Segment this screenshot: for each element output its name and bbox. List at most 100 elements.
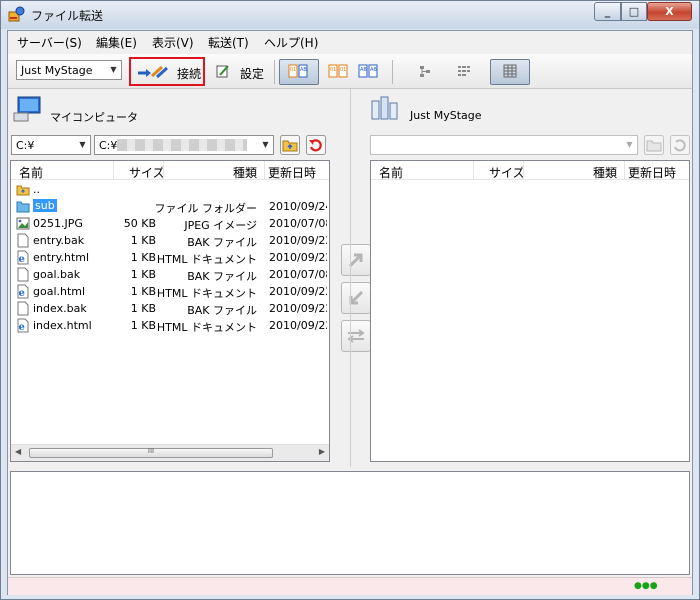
file-size: 1 KB	[130, 251, 156, 264]
toolbar-separator	[392, 60, 393, 84]
table-row[interactable]: sub ファイル フォルダー 2010/09/24	[11, 198, 327, 215]
ftp-window: ファイル転送 _ □ X サーバー(S) 編集(E) 表示(V) 転送(T) ヘ…	[0, 0, 700, 600]
file-type: BAK ファイル	[187, 304, 257, 317]
close-button[interactable]: X	[647, 2, 692, 21]
column-divider[interactable]	[624, 161, 625, 180]
file-type: HTML ドキュメント	[156, 321, 257, 334]
col-date[interactable]: 更新日時	[628, 164, 676, 181]
folder-up-button[interactable]	[280, 135, 300, 155]
pane-splitter[interactable]	[350, 89, 351, 467]
file-type: JPEG イメージ	[184, 219, 257, 232]
list-view-icon[interactable]	[455, 63, 475, 79]
menu-help[interactable]: ヘルプ(H)	[262, 34, 320, 51]
file-date: 2010/09/22	[269, 285, 327, 298]
file-size: 1 KB	[130, 285, 156, 298]
file-icon	[16, 233, 30, 248]
local-path-select[interactable]: C:¥ ▼	[94, 135, 274, 155]
status-bar: ●●●	[8, 577, 692, 595]
minimize-button[interactable]: _	[594, 2, 621, 21]
remote-file-list[interactable]: 名前 サイズ 種類 更新日時	[370, 160, 690, 462]
connect-plug-icon	[138, 65, 169, 79]
refresh-button[interactable]	[306, 135, 326, 155]
sync-arrows-icon	[347, 329, 365, 343]
column-divider[interactable]	[163, 161, 164, 180]
file-date: 2010/09/22	[269, 302, 327, 315]
maximize-button[interactable]: □	[621, 2, 647, 21]
upload-compare-icon[interactable]: 01 01	[328, 63, 348, 79]
toolbar-separator	[274, 60, 275, 84]
local-horizontal-scrollbar[interactable]: ◀ III ▶	[11, 444, 329, 461]
server-select[interactable]: Just MyStage ▼	[16, 60, 122, 80]
my-computer-icon	[13, 96, 41, 122]
scroll-left-arrow[interactable]: ◀	[15, 447, 21, 456]
maximize-icon: □	[628, 5, 640, 18]
scroll-thumb[interactable]: III	[29, 447, 273, 458]
remote-pane-header: Just MyStage	[368, 93, 688, 133]
menu-transfer[interactable]: 転送(T)	[206, 34, 251, 51]
svg-text:01: 01	[330, 67, 336, 73]
path-redacted	[117, 139, 247, 151]
remote-folder-up-button[interactable]	[644, 135, 664, 155]
details-view-icon	[503, 64, 517, 78]
column-divider[interactable]	[473, 161, 474, 180]
table-row[interactable]: index.bak 1 KB BAK ファイル 2010/09/22	[11, 300, 327, 317]
table-row[interactable]: e entry.html 1 KB HTML ドキュメント 2010/09/22	[11, 249, 327, 266]
file-type: BAK ファイル	[187, 270, 257, 283]
svg-text:AB: AB	[370, 67, 377, 73]
file-size: 1 KB	[130, 234, 156, 247]
file-icon	[16, 267, 30, 282]
local-drive-select[interactable]: C:¥ ▼	[11, 135, 91, 155]
col-name[interactable]: 名前	[19, 164, 43, 181]
connect-button[interactable]: 接続	[133, 60, 203, 84]
file-name: goal.bak	[33, 268, 81, 281]
file-date: 2010/09/22	[269, 234, 327, 247]
toolbar: Just MyStage ▼ 接続 設定 01 AB 01 01 AB AB	[8, 54, 692, 89]
local-pane-header: マイコンピュータ	[10, 93, 330, 133]
settings-button[interactable]: 設定	[212, 60, 268, 84]
column-divider[interactable]	[113, 161, 114, 180]
ie-html-icon: e	[16, 284, 30, 299]
tree-view-icon[interactable]	[416, 63, 436, 79]
column-divider[interactable]	[264, 161, 265, 180]
log-panel[interactable]	[10, 471, 690, 575]
svg-text:01: 01	[290, 67, 296, 73]
col-date[interactable]: 更新日時	[268, 164, 316, 181]
local-drive-value: C:¥	[16, 139, 35, 152]
column-divider[interactable]	[523, 161, 524, 180]
local-path-value: C:¥	[99, 139, 118, 152]
remote-refresh-button[interactable]	[670, 135, 690, 155]
col-size[interactable]: サイズ	[129, 164, 165, 181]
arrow-down-left-icon	[349, 290, 364, 305]
upload-button[interactable]	[341, 244, 371, 276]
ie-html-icon: e	[16, 318, 30, 333]
menu-server[interactable]: サーバー(S)	[15, 34, 84, 51]
title-bar[interactable]: ファイル転送 _ □ X	[1, 1, 699, 29]
svg-text:AB: AB	[360, 67, 367, 73]
col-type[interactable]: 種類	[233, 164, 257, 181]
table-row[interactable]: entry.bak 1 KB BAK ファイル 2010/09/22	[11, 232, 327, 249]
download-compare-icon[interactable]: AB AB	[358, 63, 378, 79]
table-row[interactable]: e goal.html 1 KB HTML ドキュメント 2010/09/22	[11, 283, 327, 300]
menu-view[interactable]: 表示(V)	[150, 34, 196, 51]
chevron-down-icon: ▼	[79, 140, 86, 149]
file-type: HTML ドキュメント	[156, 253, 257, 266]
table-row[interactable]: ..	[11, 181, 327, 198]
table-row[interactable]: 0251.JPG 50 KB JPEG イメージ 2010/07/08	[11, 215, 327, 232]
folder-up-icon	[16, 182, 30, 197]
remote-column-header: 名前 サイズ 種類 更新日時	[371, 161, 689, 180]
binary-compare-icon: 01 AB	[288, 64, 308, 78]
table-row[interactable]: goal.bak 1 KB BAK ファイル 2010/07/08	[11, 266, 327, 283]
download-button[interactable]	[341, 282, 371, 314]
local-file-list[interactable]: 名前 サイズ 種類 更新日時 .. sub ファイル フォルダー 2010/09/24…	[10, 160, 330, 462]
remote-path-select[interactable]: ▼	[370, 135, 638, 155]
table-row[interactable]: e index.html 1 KB HTML ドキュメント 2010/09/22	[11, 317, 327, 334]
file-name: entry.html	[33, 251, 90, 264]
menu-bar: サーバー(S) 編集(E) 表示(V) 転送(T) ヘルプ(H)	[8, 31, 692, 53]
col-type[interactable]: 種類	[593, 164, 617, 181]
col-size[interactable]: サイズ	[489, 164, 525, 181]
scroll-right-arrow[interactable]: ▶	[319, 447, 325, 456]
app-transfer-icon	[8, 6, 25, 22]
menu-edit[interactable]: 編集(E)	[94, 34, 139, 51]
sync-button[interactable]	[341, 320, 371, 352]
col-name[interactable]: 名前	[379, 164, 403, 181]
